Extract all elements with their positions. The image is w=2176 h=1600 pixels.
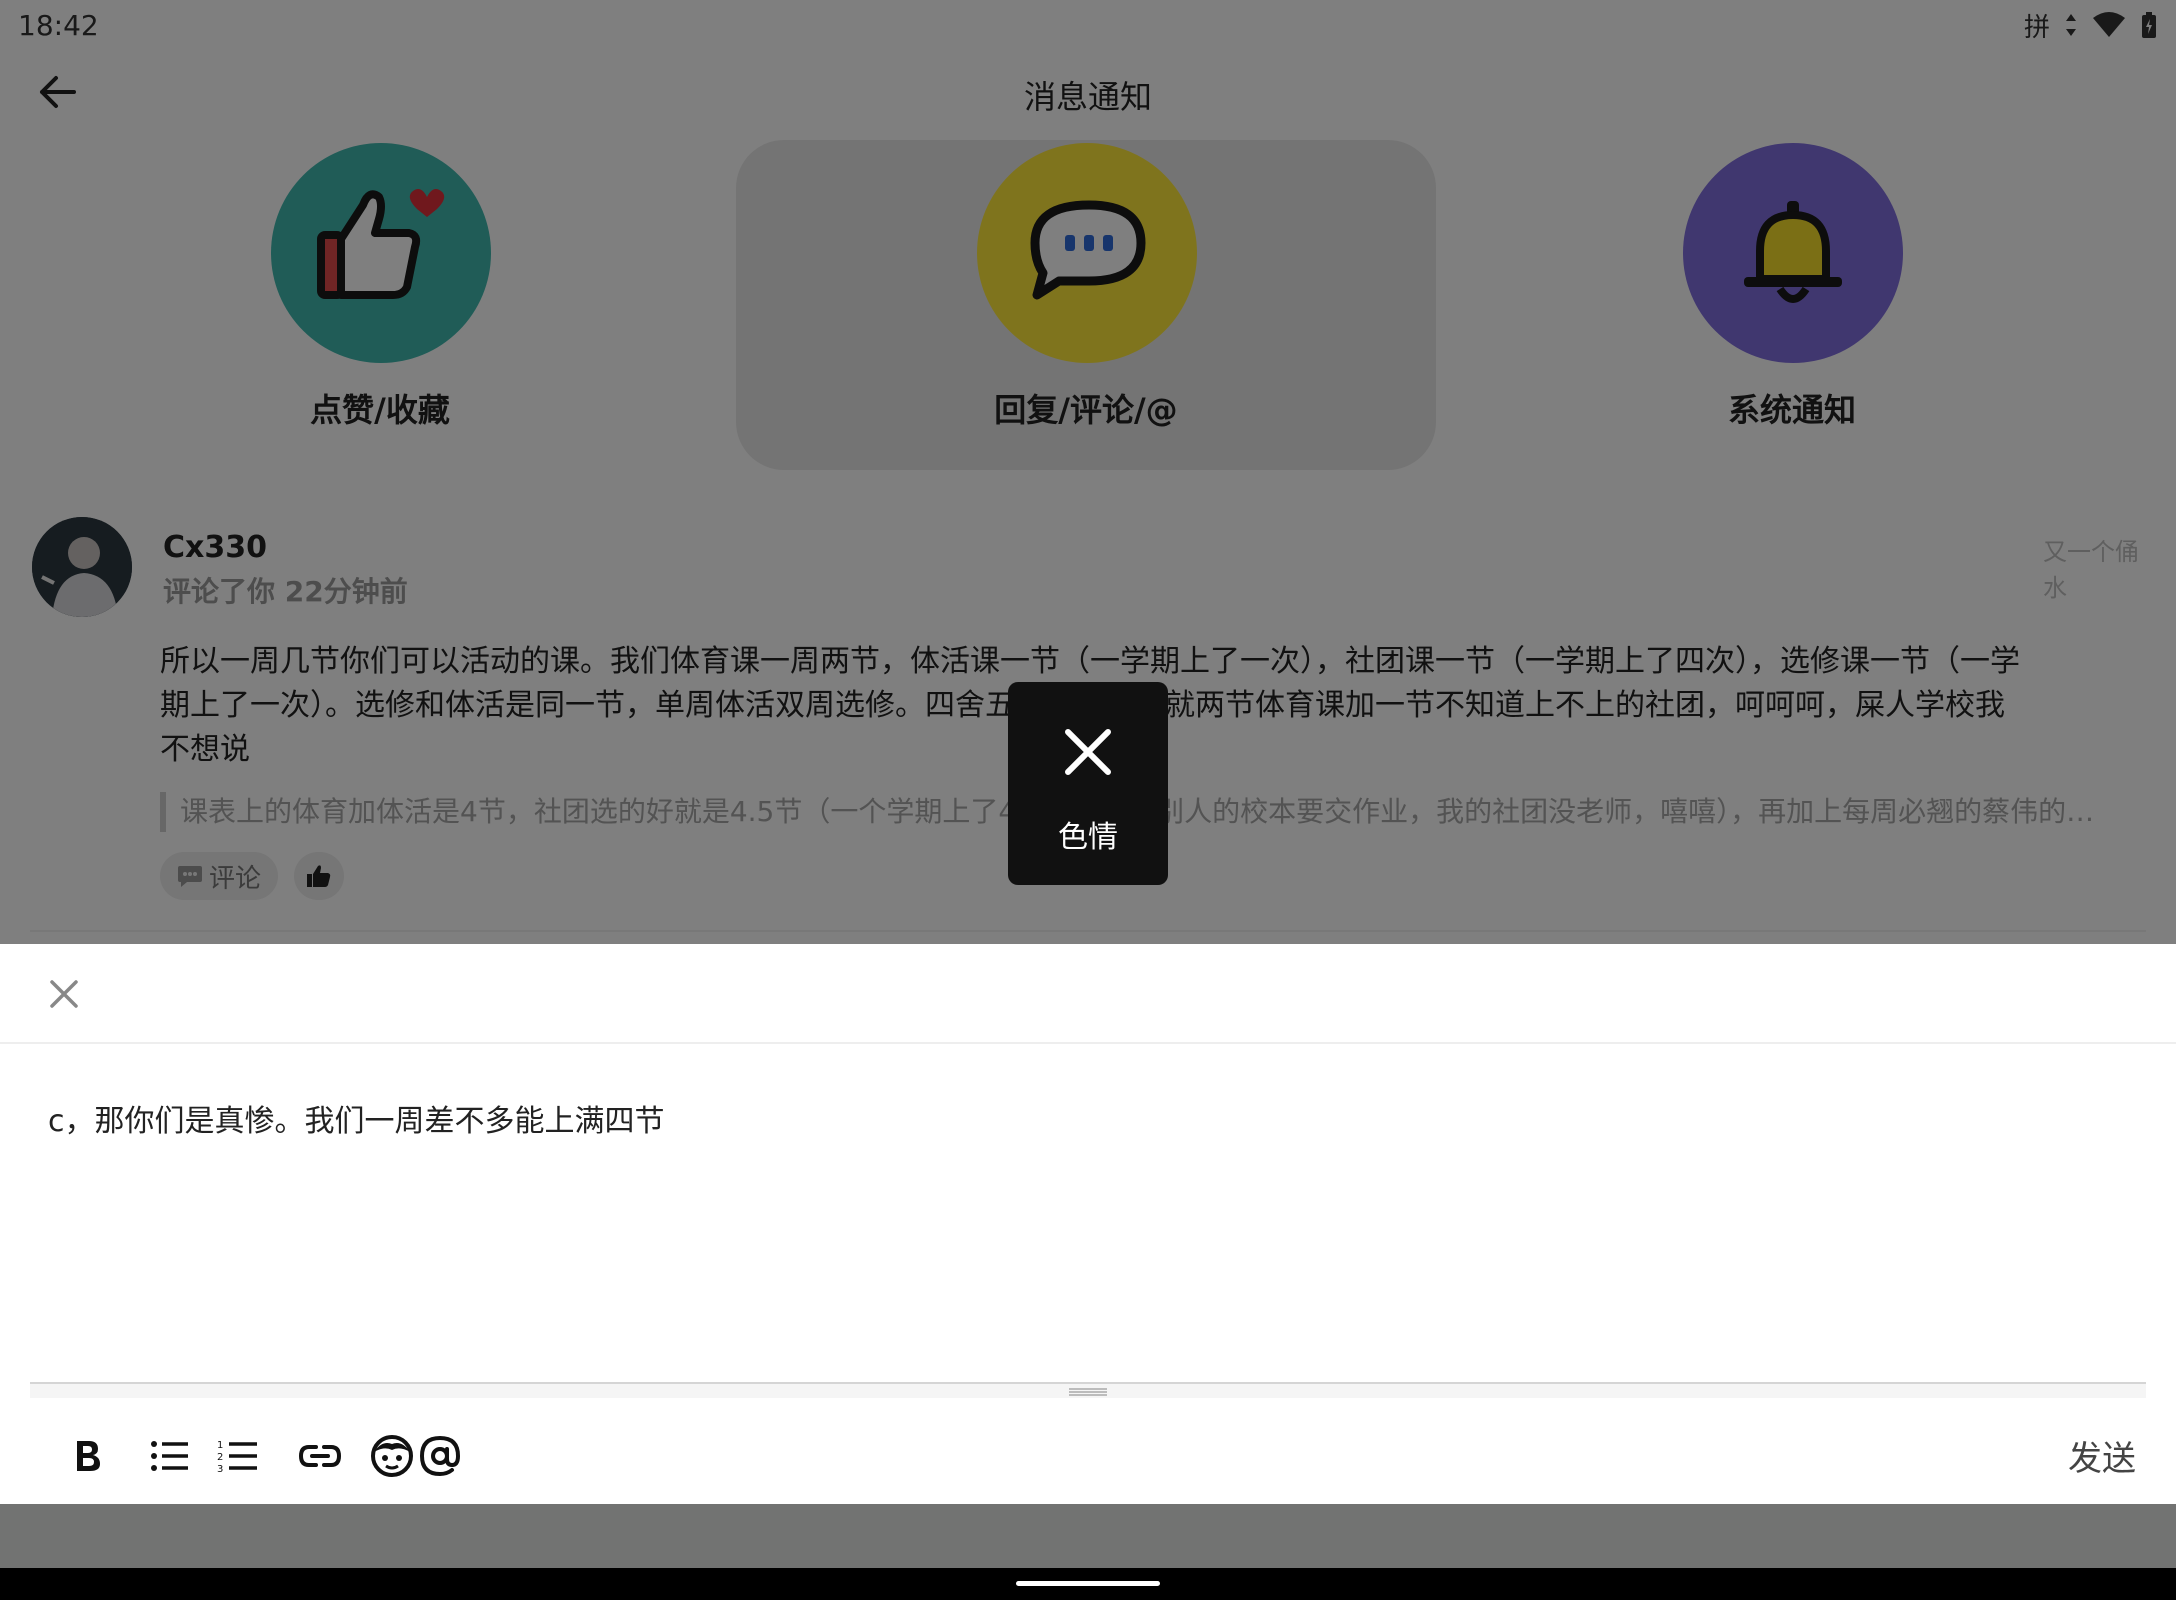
- home-gesture-handle[interactable]: [1016, 1581, 1160, 1586]
- toast-message: 色情: [1058, 820, 1118, 855]
- emoji-button[interactable]: [366, 1430, 418, 1482]
- bold-icon: [77, 1441, 100, 1471]
- mention-button[interactable]: [414, 1430, 466, 1482]
- reply-sheet: c，那你们是真惨。我们一周差不多能上满四节 123 发送: [0, 944, 2176, 1504]
- at-sign-icon: [419, 1435, 461, 1477]
- bottom-scrim: [0, 1504, 2176, 1568]
- drag-handle-icon[interactable]: [1067, 1386, 1109, 1398]
- screen: { "status_bar": { "time": "18:42", "ime_…: [0, 0, 2176, 1600]
- bullet-list-icon: [151, 1441, 188, 1471]
- bullet-list-button[interactable]: [144, 1430, 196, 1482]
- bold-button[interactable]: [62, 1430, 114, 1482]
- face-icon: [371, 1435, 413, 1477]
- navigation-bar: [0, 1568, 2176, 1600]
- svg-text:1: 1: [217, 1440, 223, 1451]
- toast: 色情: [1008, 682, 1168, 885]
- link-icon: [298, 1445, 342, 1467]
- numbered-list-button[interactable]: 123: [212, 1430, 264, 1482]
- sheet-divider: [0, 1042, 2176, 1044]
- link-button[interactable]: [294, 1430, 346, 1482]
- reply-text-editor[interactable]: c，那你们是真惨。我们一周差不多能上满四节: [48, 1096, 665, 1140]
- sheet-close-button[interactable]: [44, 974, 84, 1014]
- close-icon: [1065, 729, 1111, 775]
- numbered-list-icon: 123: [217, 1440, 257, 1474]
- close-icon: [50, 980, 78, 1008]
- svg-text:2: 2: [217, 1452, 223, 1463]
- send-button[interactable]: 发送: [2068, 1431, 2136, 1480]
- svg-text:3: 3: [217, 1464, 223, 1474]
